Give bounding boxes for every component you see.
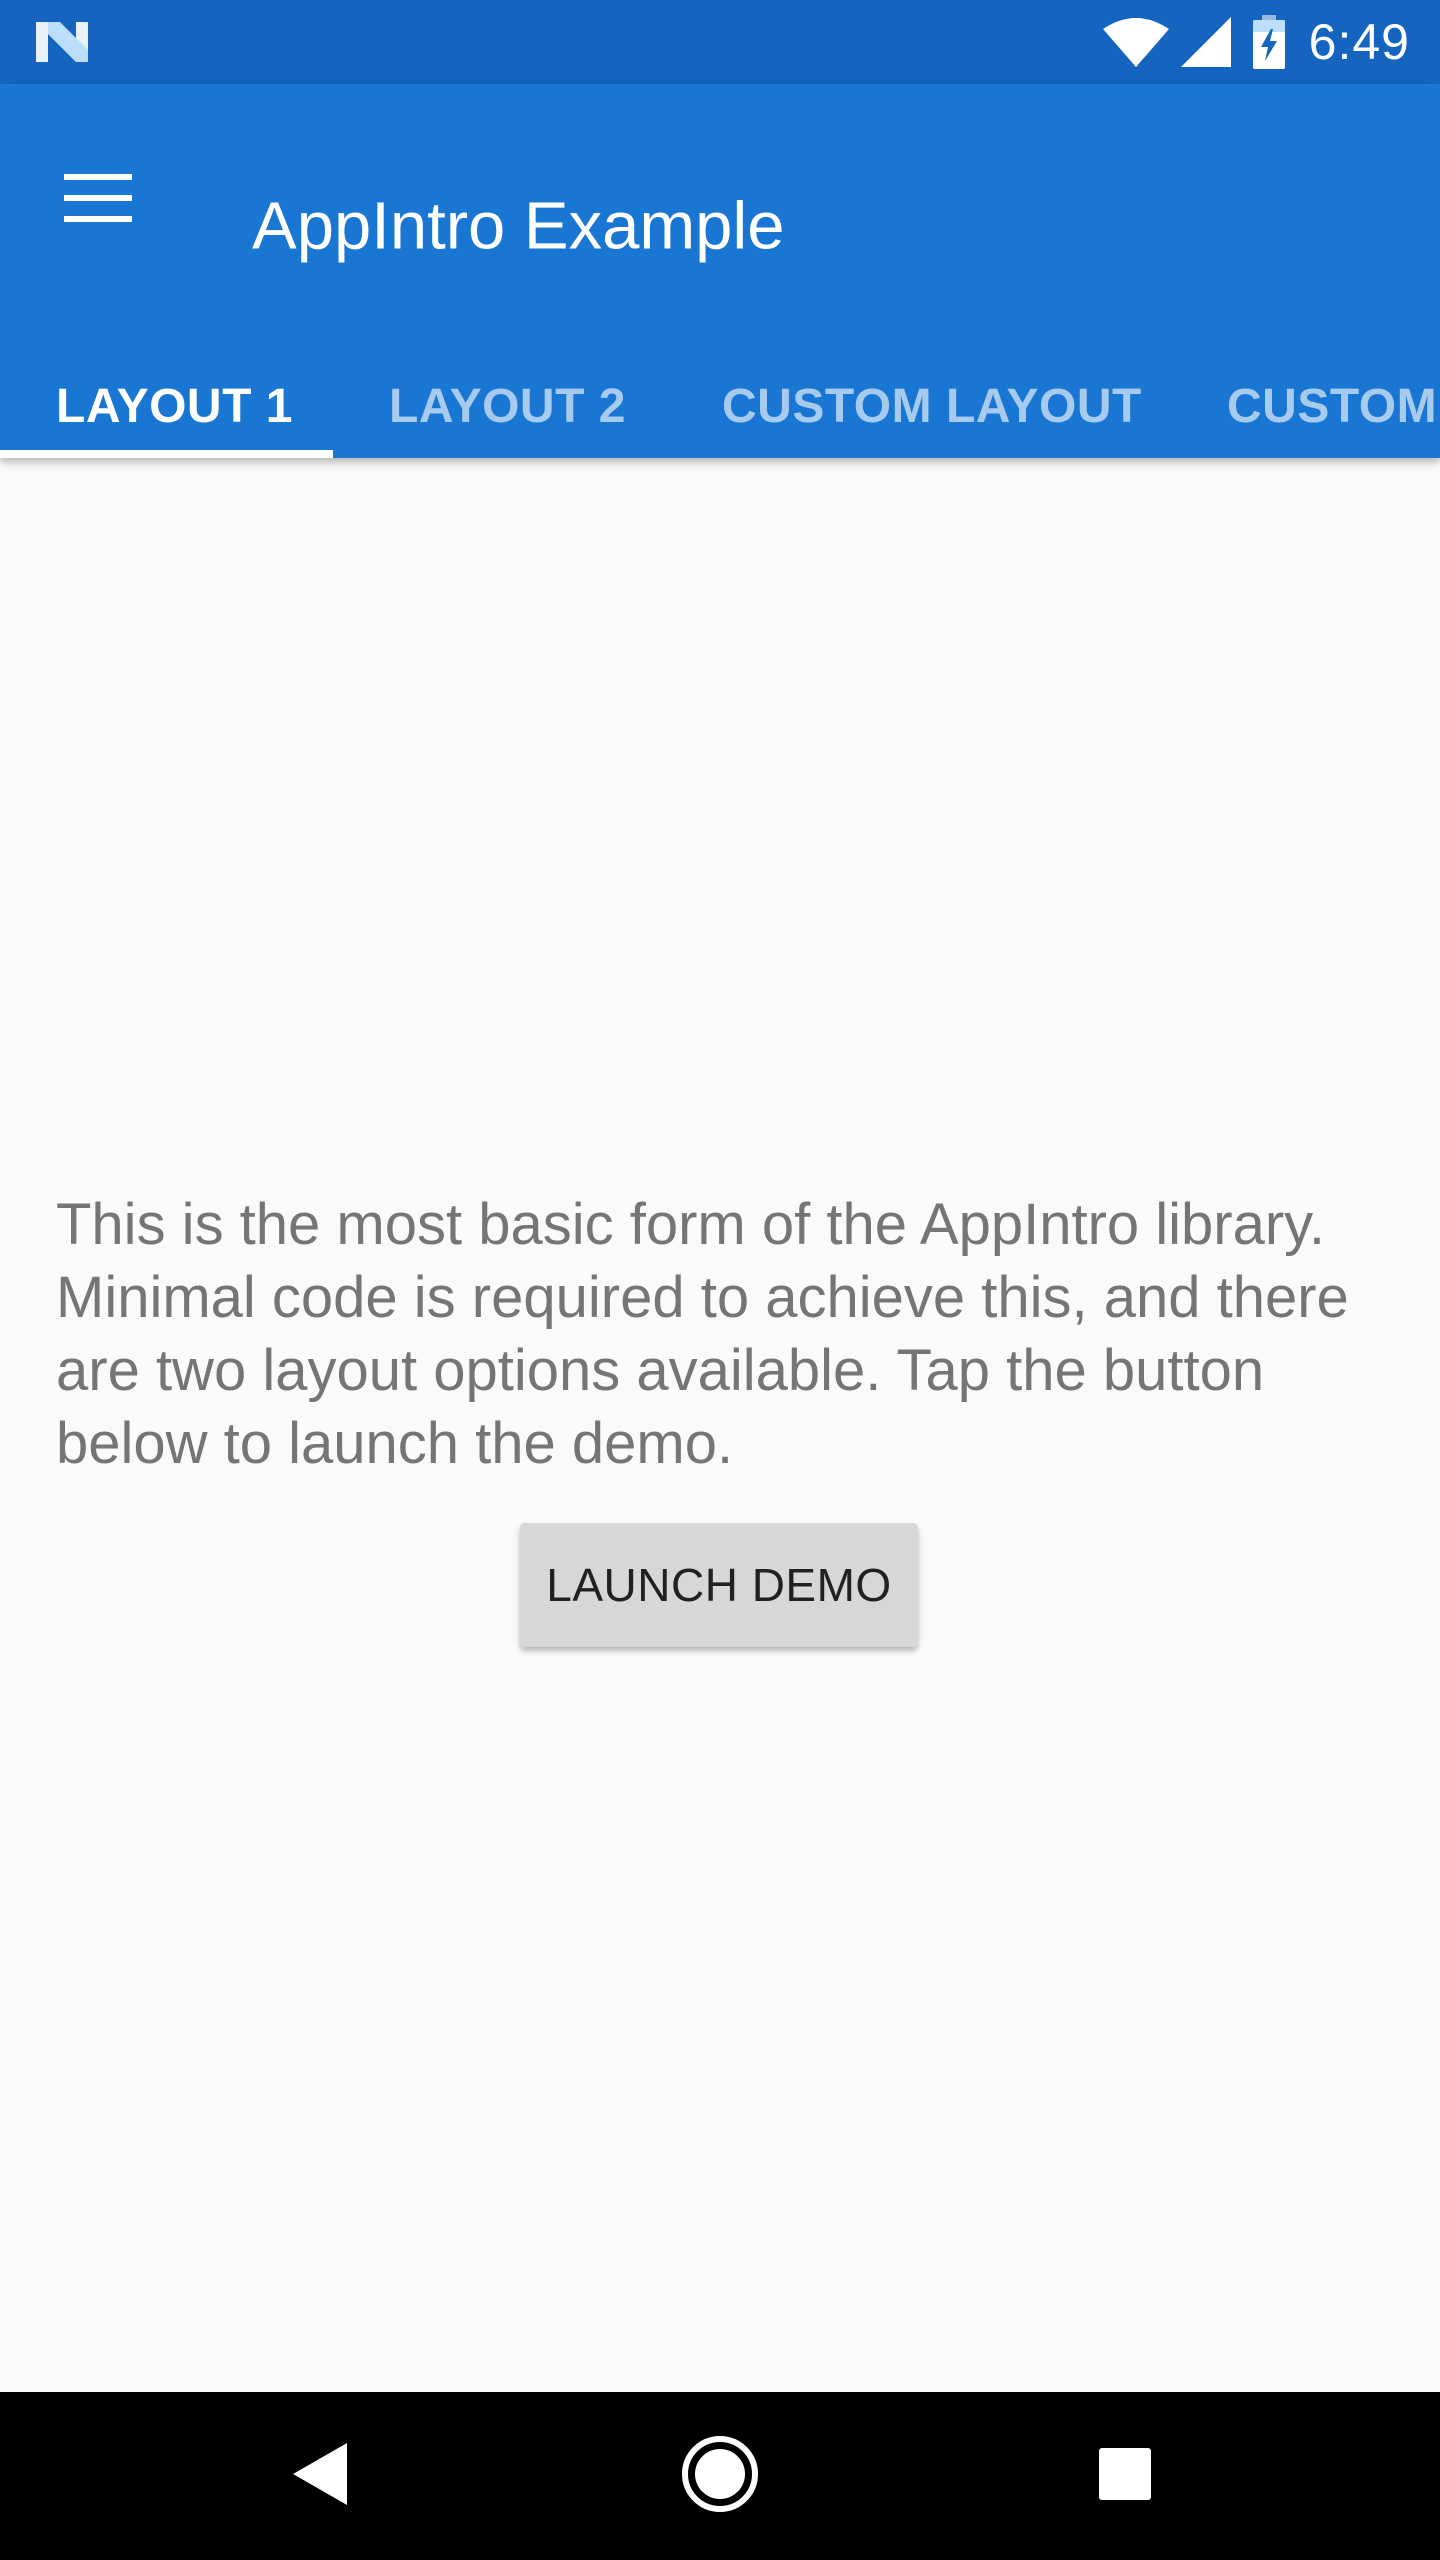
- status-time: 6:49: [1308, 14, 1410, 70]
- android-n-logo-icon: [34, 18, 90, 64]
- navigation-bar: [0, 2392, 1440, 2560]
- launch-demo-button[interactable]: LAUNCH DEMO: [520, 1523, 918, 1647]
- main-content: This is the most basic form of the AppIn…: [0, 458, 1440, 2392]
- app-bar: AppIntro Example LAYOUT 1 LAYOUT 2 CUSTO…: [0, 84, 1440, 458]
- recents-button[interactable]: [1055, 2392, 1195, 2560]
- status-icons: 6:49: [1102, 0, 1410, 84]
- home-icon: [680, 2434, 760, 2519]
- recents-icon: [1099, 2447, 1151, 2505]
- back-icon: [293, 2442, 347, 2510]
- tab-indicator: [0, 450, 333, 458]
- battery-charging-icon: [1252, 15, 1285, 69]
- menu-icon: [64, 173, 132, 227]
- tab-layout-2[interactable]: LAYOUT 2: [389, 354, 626, 458]
- home-button[interactable]: [650, 2392, 790, 2560]
- tab-custom[interactable]: CUSTOM: [1227, 354, 1437, 458]
- menu-button[interactable]: [40, 142, 156, 258]
- tab-custom-layout[interactable]: CUSTOM LAYOUT: [722, 354, 1142, 458]
- wifi-icon: [1102, 17, 1169, 67]
- signal-icon: [1180, 17, 1231, 67]
- tab-layout-1[interactable]: LAYOUT 1: [56, 354, 293, 458]
- page-title: AppIntro Example: [252, 188, 785, 264]
- back-button[interactable]: [250, 2392, 390, 2560]
- description-text: This is the most basic form of the AppIn…: [56, 1192, 1349, 1476]
- status-bar: 6:49: [0, 0, 1440, 84]
- tab-bar: LAYOUT 1 LAYOUT 2 CUSTOM LAYOUT CUSTOM: [0, 354, 1440, 458]
